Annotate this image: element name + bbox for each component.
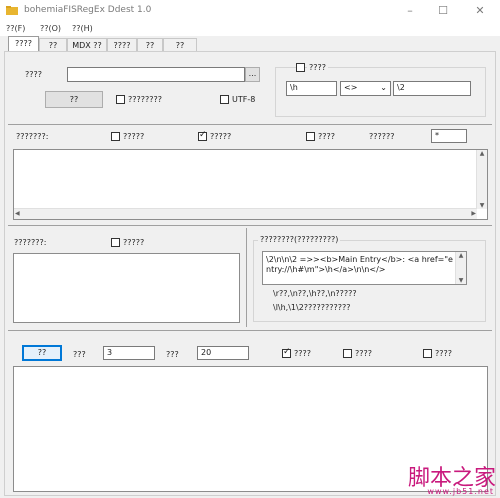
samples-line-1: \r??,\n??,\h??,\n????? — [273, 289, 357, 298]
bottom-check1-label: ???? — [294, 349, 311, 358]
option-checkbox[interactable] — [116, 95, 125, 104]
bottom-checkbox-2[interactable] — [343, 349, 352, 358]
section1-check1-label: ????? — [123, 132, 145, 141]
browse-button[interactable]: ... — [245, 67, 260, 82]
scroll-up-icon[interactable]: ▲ — [477, 150, 487, 157]
splitter-3[interactable] — [8, 330, 492, 331]
scroll-left-icon[interactable]: ◀ — [15, 210, 20, 217]
section2-check-label: ????? — [123, 238, 145, 247]
section1-count-label: ?????? — [369, 132, 395, 141]
run-button-top[interactable]: ?? — [45, 91, 103, 108]
chevron-down-icon: ⌄ — [380, 83, 387, 92]
utf8-label: UTF-8 — [232, 95, 256, 104]
result-textarea-1[interactable]: ▲ ▼ ◀ ▶ — [13, 149, 488, 220]
samples-scrollbar[interactable]: ▲ ▼ — [455, 252, 466, 284]
replace-op-value: <> — [344, 83, 358, 92]
bottom-check3-label: ???? — [435, 349, 452, 358]
replace-group-checkbox[interactable] — [296, 63, 305, 72]
tab-main[interactable]: ???? — [8, 36, 39, 52]
bottom-checkbox-3[interactable] — [423, 349, 432, 358]
title-bar[interactable]: bohemiaFISRegEx Ddest 1.0 – ☐ ✕ — [0, 0, 500, 22]
scroll-up-icon[interactable]: ▲ — [456, 252, 466, 259]
source-label: ???? — [25, 70, 42, 79]
option-check-label: ???????? — [128, 95, 162, 104]
replace-group-label: ???? — [307, 63, 328, 72]
section2-label: ???????: — [14, 238, 47, 247]
splitter-1[interactable] — [8, 124, 492, 125]
tab-2[interactable]: ?? — [39, 38, 67, 51]
bottom-check2-label: ???? — [355, 349, 372, 358]
horizontal-scrollbar[interactable]: ◀ ▶ — [14, 208, 477, 219]
tab-6[interactable]: ?? — [163, 38, 197, 51]
scroll-down-icon[interactable]: ▼ — [456, 277, 466, 284]
samples-text: \2\n\n\2 =>><b>Main Entry</b>: <a href="… — [266, 255, 453, 274]
run-button-bottom[interactable]: ?? — [22, 345, 62, 361]
tab-mdx[interactable]: MDX ?? — [67, 38, 107, 51]
section1-check2-label: ????? — [210, 132, 232, 141]
bottom-input-1[interactable]: 3 — [103, 346, 155, 360]
menu-file[interactable]: ??(F) — [6, 24, 25, 33]
replace-op-select[interactable]: <> ⌄ — [340, 81, 391, 96]
close-button[interactable]: ✕ — [465, 0, 495, 22]
splitter-2[interactable] — [8, 225, 492, 226]
section1-checkbox-3[interactable] — [306, 132, 315, 141]
result-textarea-2[interactable] — [13, 253, 240, 323]
section1-count-input[interactable]: * — [431, 129, 467, 143]
scroll-down-icon[interactable]: ▼ — [477, 202, 487, 209]
section1-label: ???????: — [16, 132, 49, 141]
samples-line-2: \l\h,\1\2??????????? — [273, 303, 351, 312]
bottom-label-2: ??? — [166, 350, 179, 359]
section1-check3-label: ???? — [318, 132, 335, 141]
watermark-site: www.jb51.net — [427, 487, 494, 496]
vertical-scrollbar[interactable]: ▲ ▼ — [476, 150, 487, 209]
section1-checkbox-1[interactable] — [111, 132, 120, 141]
replace-from-input[interactable]: \h — [286, 81, 337, 96]
tab-4[interactable]: ???? — [107, 38, 137, 51]
section1-checkbox-2[interactable] — [198, 130, 207, 141]
samples-title: ????????(?????????) — [258, 235, 341, 244]
replace-to-input[interactable]: \2 — [393, 81, 471, 96]
maximize-button[interactable]: ☐ — [428, 0, 458, 22]
menu-help[interactable]: ??(H) — [72, 24, 93, 33]
minimize-button[interactable]: – — [395, 0, 425, 22]
section2-checkbox[interactable] — [111, 238, 120, 247]
splitter-vertical[interactable] — [246, 228, 247, 327]
bottom-checkbox-1[interactable] — [282, 347, 291, 358]
window-title: bohemiaFISRegEx Ddest 1.0 — [24, 5, 152, 15]
tab-5[interactable]: ?? — [137, 38, 163, 51]
bottom-input-2[interactable]: 20 — [197, 346, 249, 360]
menu-bar: ??(F) ??(O) ??(H) — [0, 22, 500, 36]
samples-textbox[interactable]: \2\n\n\2 =>><b>Main Entry</b>: <a href="… — [262, 251, 467, 285]
scroll-right-icon[interactable]: ▶ — [471, 210, 476, 217]
folder-icon — [6, 6, 18, 15]
menu-options[interactable]: ??(O) — [40, 24, 61, 33]
bottom-label-1: ??? — [73, 350, 86, 359]
utf8-checkbox[interactable] — [220, 95, 229, 104]
source-input[interactable] — [67, 67, 245, 82]
